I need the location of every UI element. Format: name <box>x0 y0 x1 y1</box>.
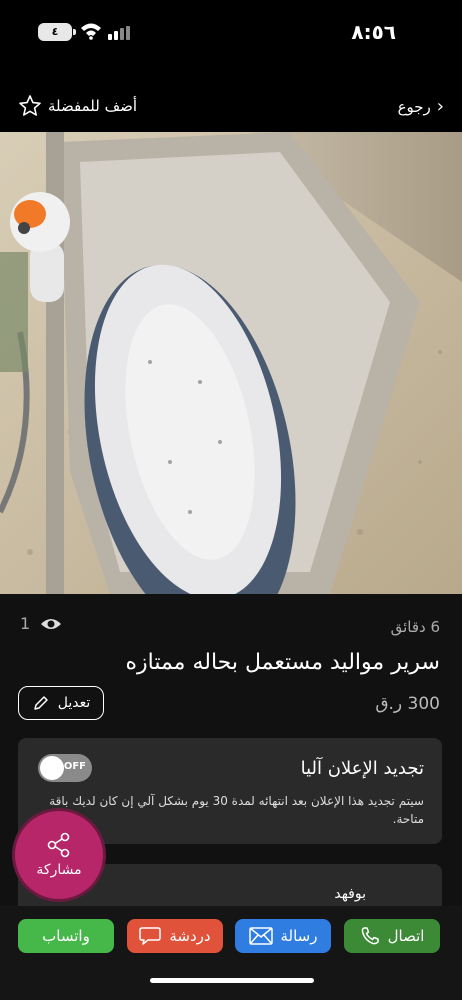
toggle-state: OFF <box>63 761 86 772</box>
home-indicator <box>150 978 314 983</box>
envelope-icon <box>248 927 273 945</box>
view-count: 1 <box>20 614 62 633</box>
share-label: مشاركة <box>36 862 82 878</box>
phone-icon <box>361 927 379 945</box>
contact-action-bar: اتصال رسالة دردشة واتساب <box>0 906 462 1000</box>
auto-renew-toggle[interactable]: OFF <box>38 754 92 782</box>
call-button[interactable]: اتصال <box>344 919 440 953</box>
message-button[interactable]: رسالة <box>235 919 331 953</box>
add-to-favorites-button[interactable]: أضف للمفضلة <box>18 94 137 118</box>
back-button[interactable]: ‹ رجوع <box>398 96 444 117</box>
status-time: ٨:٥٦ <box>351 20 396 44</box>
chat-button[interactable]: دردشة <box>127 919 223 953</box>
listing-price: 300 ر.ق <box>375 694 440 714</box>
favorite-label: أضف للمفضلة <box>48 97 138 115</box>
star-icon <box>19 95 41 116</box>
status-bar: ٨:٥٦ ٤ <box>0 0 462 62</box>
edit-label: تعديل <box>57 695 91 711</box>
chat-label: دردشة <box>169 927 211 945</box>
share-icon <box>47 832 70 858</box>
back-label: رجوع <box>397 97 431 116</box>
listing-photo-gallery[interactable] <box>0 132 462 594</box>
call-label: اتصال <box>387 927 425 945</box>
auto-renew-title: تجديد الإعلان آليا <box>300 758 424 779</box>
edit-button[interactable]: تعديل <box>18 686 104 720</box>
seller-name: بوفهد <box>334 886 366 902</box>
posted-time: 6 دقائق <box>390 618 440 636</box>
share-button[interactable]: مشاركة <box>12 808 106 902</box>
chevron-left-icon: ‹ <box>436 96 444 117</box>
whatsapp-button[interactable]: واتساب <box>18 919 114 953</box>
eye-icon <box>41 618 62 629</box>
cellular-signal-icon <box>108 26 134 40</box>
wifi-icon <box>81 23 101 40</box>
toggle-knob <box>40 756 64 780</box>
whatsapp-label: واتساب <box>42 927 90 945</box>
top-nav: ‹ رجوع أضف للمفضلة <box>0 88 462 128</box>
views-value: 1 <box>20 614 31 633</box>
chat-bubble-icon <box>139 927 162 945</box>
pencil-icon <box>34 696 48 710</box>
listing-photo <box>0 132 462 594</box>
message-label: رسالة <box>280 927 318 945</box>
listing-title: سرير مواليد مستعمل بحاله ممتازه <box>125 650 440 675</box>
battery-icon: ٤ <box>38 23 76 41</box>
